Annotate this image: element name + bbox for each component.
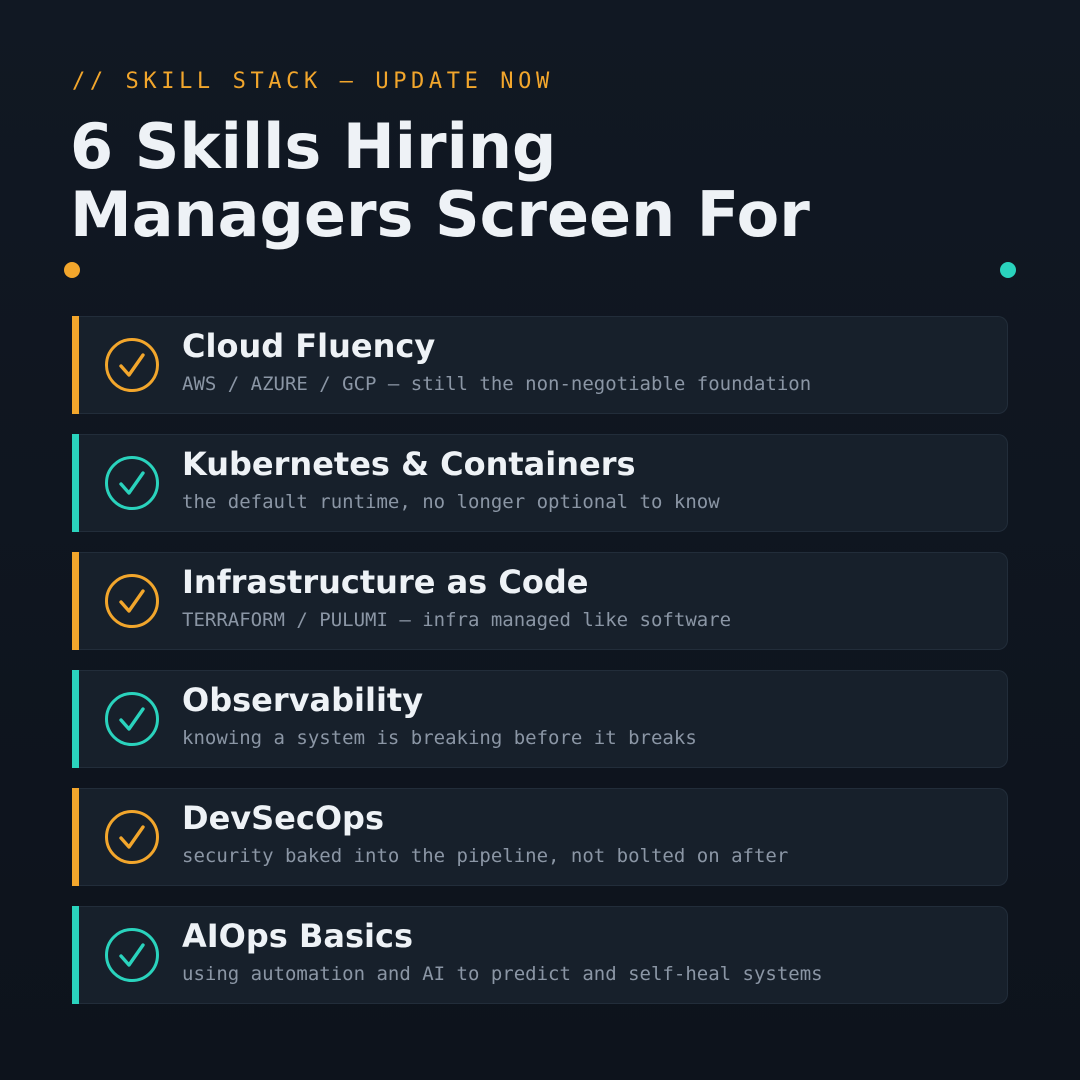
accent-bar <box>72 670 79 768</box>
check-circle-icon <box>105 338 159 392</box>
skill-title: Cloud Fluency <box>182 327 436 365</box>
skill-card: AIOps Basics using automation and AI to … <box>72 906 1008 1004</box>
page-title-line-1: 6 Skills Hiring <box>70 110 557 183</box>
kicker-label: // SKILL STACK — UPDATE NOW <box>72 69 554 94</box>
skill-description: AWS / AZURE / GCP — still the non-negoti… <box>182 373 812 395</box>
skill-description: using automation and AI to predict and s… <box>182 963 823 985</box>
skill-card: Infrastructure as Code TERRAFORM / PULUM… <box>72 552 1008 650</box>
page-title-line-2: Managers Screen For <box>70 178 810 251</box>
accent-bar <box>72 906 79 1004</box>
skill-description: the default runtime, no longer optional … <box>182 491 720 513</box>
skill-title: Infrastructure as Code <box>182 563 589 601</box>
skill-title: Observability <box>182 681 424 719</box>
accent-bar <box>72 788 79 886</box>
amber-dot-decoration <box>64 262 80 278</box>
skill-description: security baked into the pipeline, not bo… <box>182 845 789 867</box>
check-circle-icon <box>105 810 159 864</box>
check-circle-icon <box>105 574 159 628</box>
skill-card: Kubernetes & Containers the default runt… <box>72 434 1008 532</box>
skill-title: Kubernetes & Containers <box>182 445 636 483</box>
skill-description: knowing a system is breaking before it b… <box>182 727 697 749</box>
skill-description: TERRAFORM / PULUMI — infra managed like … <box>182 609 732 631</box>
page-title: 6 Skills Hiring Managers Screen For <box>70 113 970 249</box>
teal-dot-decoration <box>1000 262 1016 278</box>
check-circle-icon <box>105 456 159 510</box>
accent-bar <box>72 552 79 650</box>
accent-bar <box>72 434 79 532</box>
skills-list: Cloud Fluency AWS / AZURE / GCP — still … <box>72 316 1008 1024</box>
accent-bar <box>72 316 79 414</box>
skill-card: Cloud Fluency AWS / AZURE / GCP — still … <box>72 316 1008 414</box>
skill-title: AIOps Basics <box>182 917 413 955</box>
check-circle-icon <box>105 692 159 746</box>
skill-card: Observability knowing a system is breaki… <box>72 670 1008 768</box>
skill-card: DevSecOps security baked into the pipeli… <box>72 788 1008 886</box>
skill-title: DevSecOps <box>182 799 384 837</box>
check-circle-icon <box>105 928 159 982</box>
